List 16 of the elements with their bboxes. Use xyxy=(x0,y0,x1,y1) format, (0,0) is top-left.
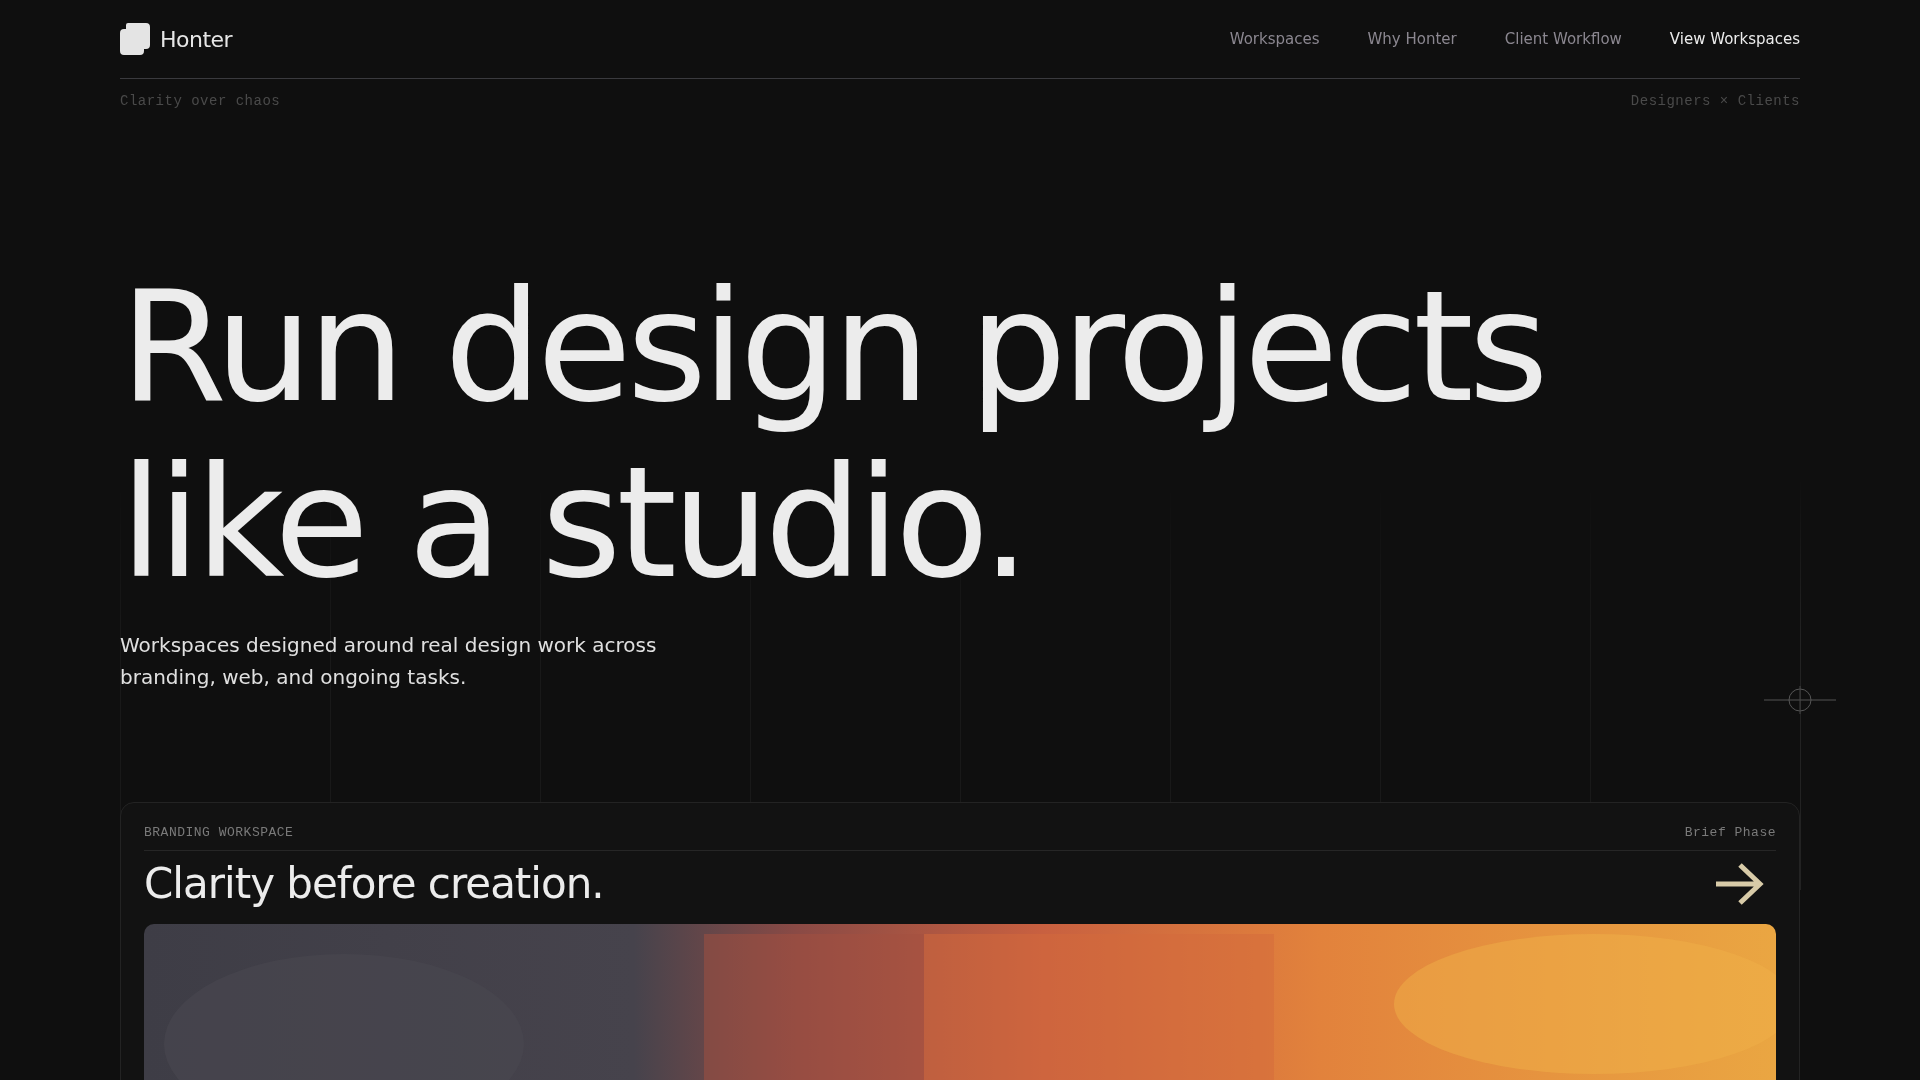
nav-link[interactable]: Workspaces xyxy=(1229,30,1320,48)
nav-link[interactable]: Why Honter xyxy=(1367,30,1457,48)
tagline: Designers × Clients xyxy=(1630,93,1800,109)
arrow-right-icon[interactable] xyxy=(1714,861,1764,906)
logo-icon xyxy=(120,23,150,55)
card-label: BRANDING WORKSPACE xyxy=(144,825,294,840)
nav-link[interactable]: Client Workflow xyxy=(1504,30,1622,48)
crosshair-icon xyxy=(1764,686,1836,714)
hero-heading: Run design projects xyxy=(120,259,1545,435)
card-title: Clarity before creation. xyxy=(144,859,604,908)
phase-label: Brief Phase xyxy=(1684,825,1776,840)
nav-link[interactable]: View Workspaces xyxy=(1669,30,1800,48)
hero-subtitle: Workspaces designed around real design work across branding, web, and ongoing tasks. xyxy=(120,632,658,691)
tagline: Clarity over chaos xyxy=(120,93,281,109)
brand-name: Honter xyxy=(160,26,233,52)
hero-heading: like a studio. xyxy=(120,435,1027,611)
